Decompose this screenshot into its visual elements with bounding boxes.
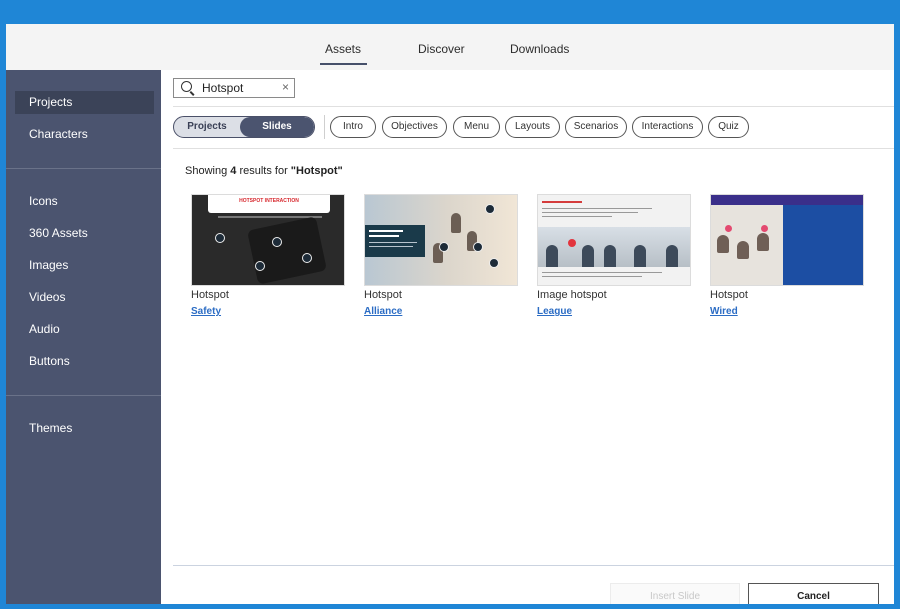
tab-downloads[interactable]: Downloads	[510, 42, 569, 56]
top-tab-bar: Assets Discover Downloads	[6, 24, 894, 70]
card-title: Image hotspot	[537, 289, 607, 301]
cancel-button[interactable]: Cancel	[748, 583, 879, 604]
thumb-person	[737, 241, 749, 259]
sidebar-item-audio[interactable]: Audio	[15, 318, 154, 341]
hotspot-marker	[761, 225, 768, 232]
hotspot-marker	[568, 239, 576, 247]
thumb-person	[634, 245, 646, 267]
result-card[interactable]: HOTSPOT INTERACTION Hotspot Safety	[191, 194, 347, 317]
toggle-projects[interactable]: Projects	[174, 117, 240, 137]
hotspot-marker	[725, 225, 732, 232]
thumb-text-line	[369, 246, 413, 247]
thumb-heading-line	[542, 201, 582, 203]
hotspot-marker	[302, 253, 312, 263]
filter-interactions[interactable]: Interactions	[632, 116, 703, 138]
sidebar-item-projects[interactable]: Projects	[15, 91, 154, 114]
divider	[173, 148, 894, 149]
sidebar-item-images[interactable]: Images	[15, 254, 154, 277]
sidebar-item-videos[interactable]: Videos	[15, 286, 154, 309]
hotspot-marker	[255, 261, 265, 271]
thumb-heading: HOTSPOT INTERACTION	[239, 198, 299, 204]
result-card[interactable]: Hotspot Alliance	[364, 194, 520, 317]
thumb-person	[546, 245, 558, 267]
hotspot-marker	[439, 242, 449, 252]
thumb-text-line	[369, 230, 403, 232]
thumb-person	[757, 233, 769, 251]
card-link[interactable]: Wired	[710, 306, 866, 317]
hotspot-marker	[215, 233, 225, 243]
tab-discover[interactable]: Discover	[418, 42, 465, 56]
sidebar-item-characters[interactable]: Characters	[15, 123, 154, 146]
footer-divider	[173, 565, 894, 566]
thumb-text-line	[369, 235, 399, 237]
search-input[interactable]	[202, 80, 272, 96]
card-thumbnail[interactable]	[364, 194, 518, 286]
thumb-photo	[247, 216, 327, 285]
result-card[interactable]: Image hotspot League	[537, 194, 693, 317]
thumb-text-line	[542, 208, 652, 209]
card-thumbnail[interactable]: HOTSPOT INTERACTION	[191, 194, 345, 286]
filter-scenarios[interactable]: Scenarios	[565, 116, 627, 138]
toggle-slides[interactable]: Slides	[240, 117, 314, 137]
hotspot-marker	[489, 258, 499, 268]
filter-layouts[interactable]: Layouts	[505, 116, 560, 138]
card-link[interactable]: Safety	[191, 306, 347, 317]
card-thumbnail[interactable]	[537, 194, 691, 286]
thumb-banner: HOTSPOT INTERACTION	[208, 195, 330, 213]
card-link[interactable]: League	[537, 306, 693, 317]
sidebar-divider	[6, 168, 161, 169]
thumb-title-panel	[365, 225, 425, 257]
result-card[interactable]: Hotspot Wired	[710, 194, 866, 317]
asset-browser-window: Assets Discover Downloads Projects Chara…	[6, 24, 894, 604]
tab-assets[interactable]: Assets	[319, 42, 368, 65]
results-query: "Hotspot"	[290, 165, 343, 177]
hotspot-marker	[272, 237, 282, 247]
card-title: Hotspot	[191, 289, 229, 301]
hotspot-marker	[485, 204, 495, 214]
main-panel: × Projects Slides Intro Objectives Menu …	[161, 70, 894, 604]
sidebar-item-icons[interactable]: Icons	[15, 190, 154, 213]
clear-search-icon[interactable]: ×	[282, 80, 289, 94]
sidebar-item-themes[interactable]: Themes	[15, 417, 154, 440]
thumb-photo	[538, 227, 690, 267]
results-prefix: Showing	[185, 165, 231, 177]
sidebar: Projects Characters Icons 360 Assets Ima…	[6, 70, 161, 604]
projects-slides-toggle: Projects Slides	[173, 116, 315, 138]
thumb-text-line	[542, 212, 638, 213]
filter-objectives[interactable]: Objectives	[382, 116, 447, 138]
thumb-person	[451, 213, 461, 233]
filter-separator	[324, 115, 325, 139]
thumb-text-line	[369, 242, 417, 243]
card-title: Hotspot	[364, 289, 402, 301]
thumb-info-panel	[783, 205, 863, 285]
insert-slide-button[interactable]: Insert Slide	[610, 583, 740, 604]
card-title: Hotspot	[710, 289, 748, 301]
hotspot-marker	[473, 242, 483, 252]
thumb-person	[604, 245, 616, 267]
thumb-text-line	[542, 272, 662, 273]
card-thumbnail[interactable]	[710, 194, 864, 286]
card-link[interactable]: Alliance	[364, 306, 520, 317]
thumb-header-bar	[711, 195, 863, 205]
search-box: ×	[173, 78, 295, 98]
sidebar-divider	[6, 395, 161, 396]
filter-quiz[interactable]: Quiz	[708, 116, 749, 138]
thumb-text-line	[542, 216, 612, 217]
sidebar-item-360-assets[interactable]: 360 Assets	[15, 222, 154, 245]
search-icon	[181, 81, 192, 92]
thumb-person	[717, 235, 729, 253]
sidebar-item-buttons[interactable]: Buttons	[15, 350, 154, 373]
thumb-person	[582, 245, 594, 267]
thumb-text-line	[542, 276, 642, 277]
filter-intro[interactable]: Intro	[330, 116, 376, 138]
divider	[173, 106, 894, 107]
filter-menu[interactable]: Menu	[453, 116, 500, 138]
thumb-person	[666, 245, 678, 267]
results-middle: results for	[236, 165, 291, 177]
results-summary: Showing 4 results for "Hotspot"	[185, 165, 343, 177]
